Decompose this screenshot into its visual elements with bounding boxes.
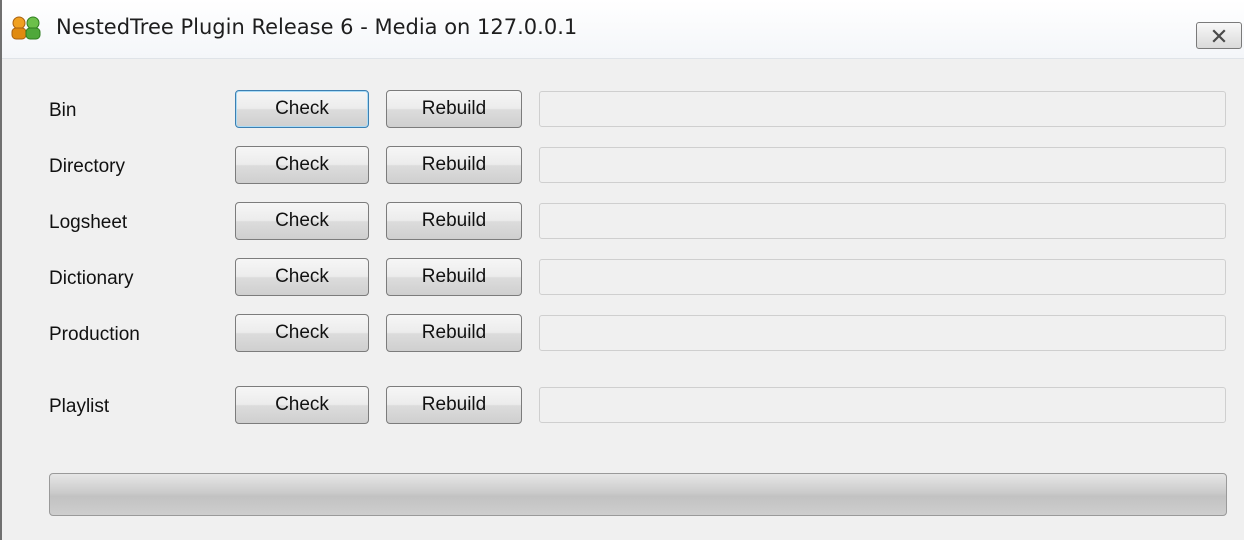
status-field-logsheet [539,203,1226,239]
label-production: Production [49,324,140,345]
rebuild-dictionary-button[interactable]: Rebuild [386,258,522,296]
check-logsheet-button[interactable]: Check [235,202,369,240]
check-bin-button[interactable]: Check [235,90,369,128]
progress-bar [49,473,1227,516]
rebuild-production-button[interactable]: Rebuild [386,314,522,352]
check-production-button[interactable]: Check [235,314,369,352]
rebuild-directory-button[interactable]: Rebuild [386,146,522,184]
window-title: NestedTree Plugin Release 6 - Media on 1… [56,15,578,39]
label-bin: Bin [49,100,77,121]
title-bar[interactable]: NestedTree Plugin Release 6 - Media on 1… [2,0,1244,59]
label-dictionary: Dictionary [49,268,134,289]
users-icon [9,15,53,41]
close-icon [1212,28,1226,43]
status-field-bin [539,91,1226,127]
status-field-directory [539,147,1226,183]
status-field-playlist [539,387,1226,423]
close-button[interactable] [1196,22,1242,49]
rebuild-bin-button[interactable]: Rebuild [386,90,522,128]
check-playlist-button[interactable]: Check [235,386,369,424]
label-logsheet: Logsheet [49,212,128,233]
status-field-production [539,315,1226,351]
rebuild-logsheet-button[interactable]: Rebuild [386,202,522,240]
check-dictionary-button[interactable]: Check [235,258,369,296]
status-field-dictionary [539,259,1226,295]
label-playlist: Playlist [49,396,110,417]
label-directory: Directory [49,156,126,177]
rebuild-playlist-button[interactable]: Rebuild [386,386,522,424]
plugin-window: NestedTree Plugin Release 6 - Media on 1… [0,0,1244,540]
check-directory-button[interactable]: Check [235,146,369,184]
